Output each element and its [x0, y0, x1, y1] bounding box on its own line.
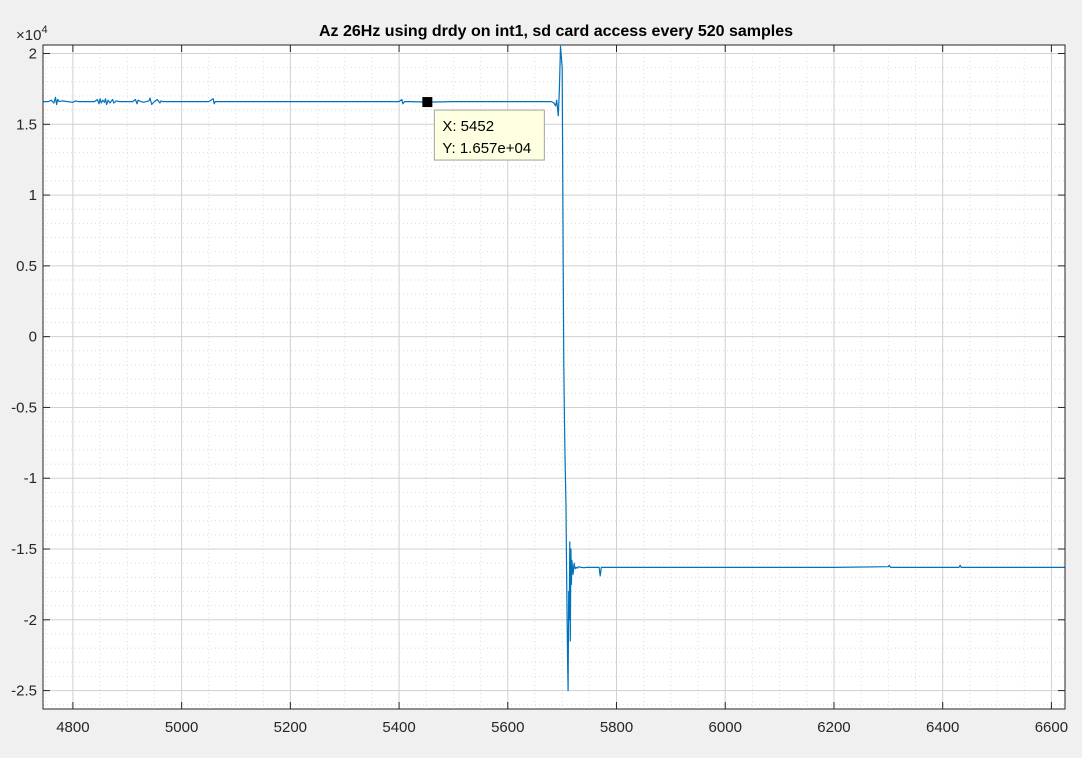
datatip-marker[interactable] [422, 97, 433, 108]
datatip-x-label: X: 5452 [442, 118, 494, 135]
y-tick-label: -2.5 [11, 683, 37, 700]
y-tick-label: 0 [29, 329, 37, 346]
y-tick-label: -0.5 [11, 399, 37, 416]
chart-title: Az 26Hz using drdy on int1, sd card acce… [319, 23, 793, 40]
y-axis-exponent: ×104 [16, 24, 48, 44]
y-tick-label: -2 [24, 612, 37, 629]
x-tick-label: 6600 [1035, 719, 1068, 736]
y-axis-exponent-power: 4 [41, 24, 47, 36]
x-tick-label: 6400 [926, 719, 959, 736]
datatip-y-label: Y: 1.657e+04 [442, 140, 531, 157]
y-axis-exponent-base: ×10 [16, 27, 41, 44]
y-tick-label: -1.5 [11, 541, 37, 558]
y-tick-label: -1 [24, 470, 37, 487]
y-tick-label: 2 [29, 45, 37, 62]
x-tick-label: 6000 [709, 719, 742, 736]
y-tick-label: 0.5 [16, 258, 37, 275]
x-tick-label: 5800 [600, 719, 633, 736]
y-axis-tick-labels: 2 1.5 1 0.5 0 -0.5 -1 -1.5 -2 -2.5 [11, 45, 37, 699]
x-tick-label: 5200 [274, 719, 307, 736]
x-axis-tick-labels: 4800 5000 5200 5400 5600 5800 6000 6200 6400 6600 [56, 719, 1068, 736]
x-tick-label: 4800 [56, 719, 89, 736]
x-tick-label: 6200 [817, 719, 850, 736]
x-tick-label: 5600 [491, 719, 524, 736]
x-tick-label: 5400 [382, 719, 415, 736]
y-tick-label: 1 [29, 187, 37, 204]
line-chart[interactable]: 4800 5000 5200 5400 5600 5800 6000 6200 6400 6600… [0, 0, 1082, 758]
y-tick-label: 1.5 [16, 116, 37, 133]
plot-area[interactable] [43, 45, 1065, 709]
x-tick-label: 5000 [165, 719, 198, 736]
figure-window: 4800 5000 5200 5400 5600 5800 6000 6200 6400 6600… [0, 0, 1082, 758]
